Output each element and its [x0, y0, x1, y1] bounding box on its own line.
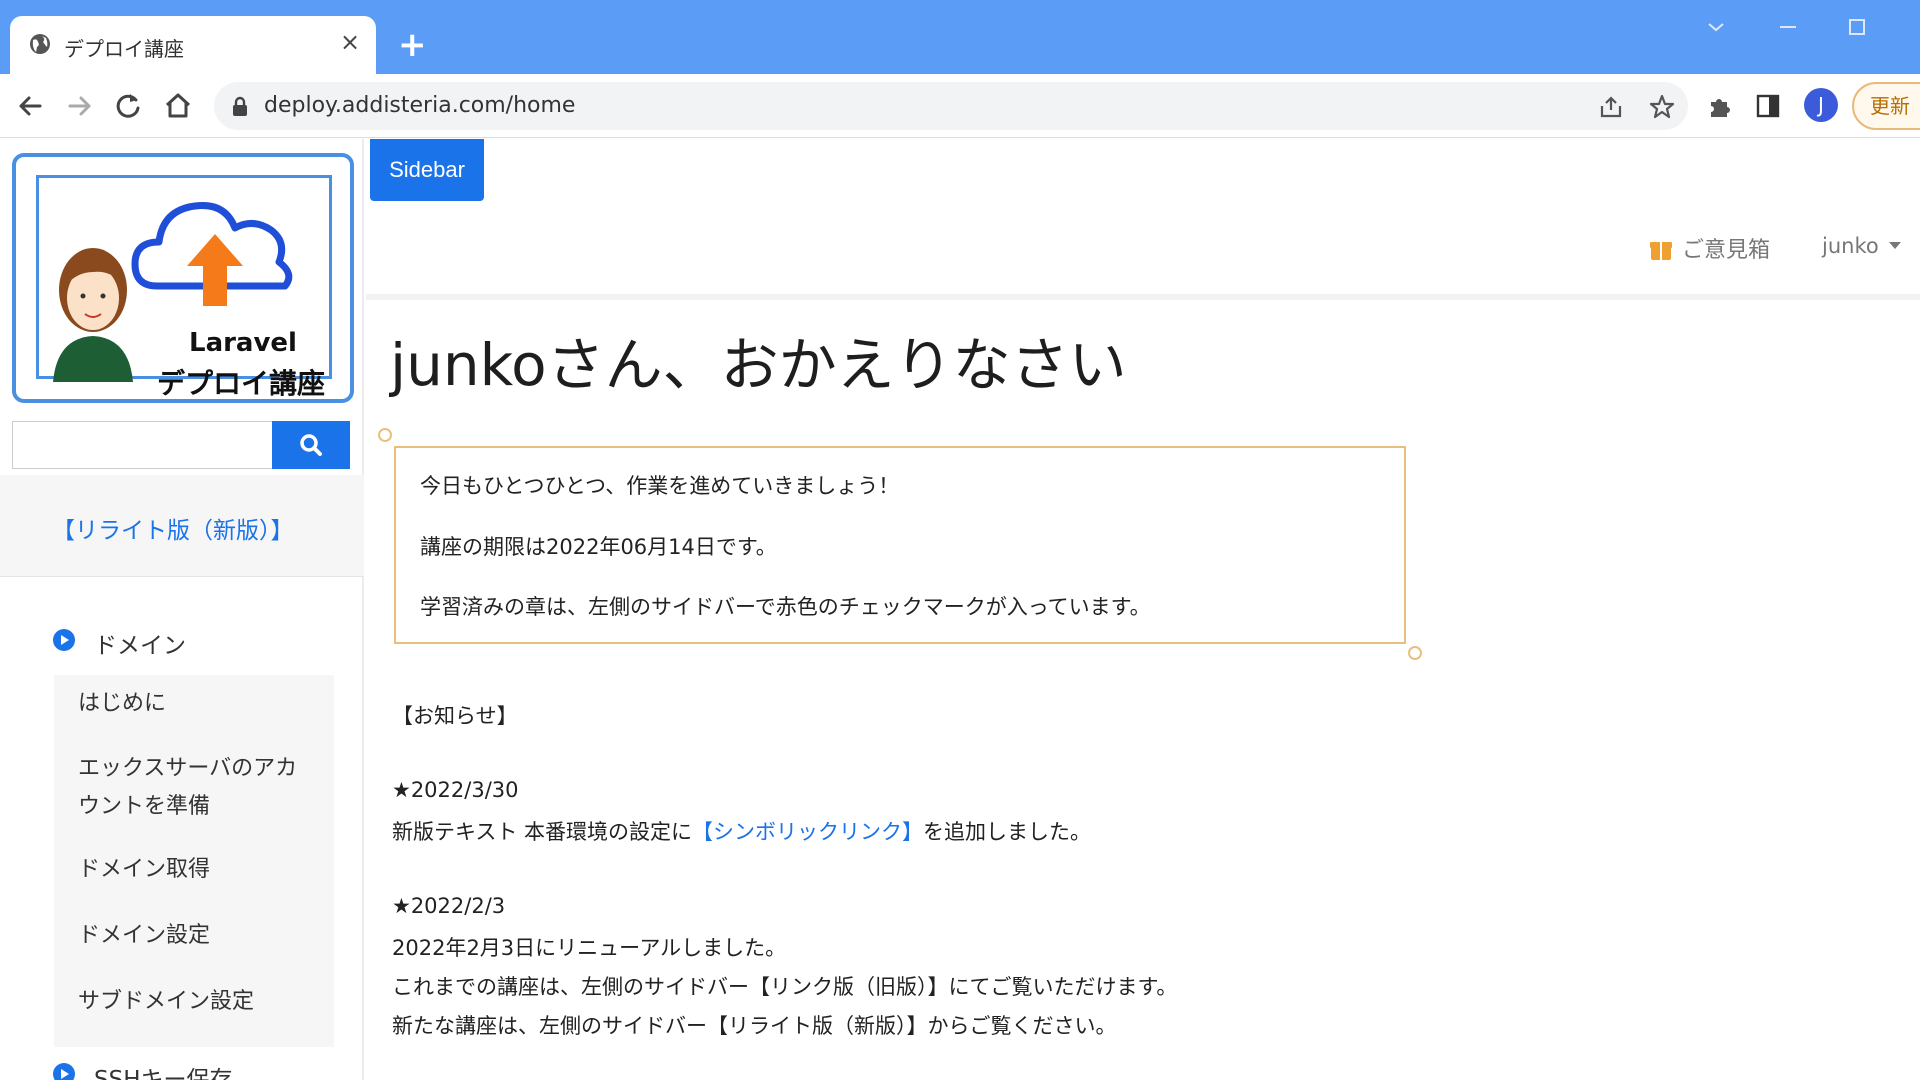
course-logo[interactable]: Laravel デプロイ講座 [12, 153, 354, 403]
sidebar-item-domain-acquisition[interactable]: ドメイン取得 [78, 851, 210, 889]
sidebar-toggle-button[interactable]: Sidebar [370, 139, 484, 201]
resize-handle-bottom-right[interactable] [1408, 646, 1422, 660]
address-bar[interactable]: deploy.addisteria.com/home [214, 82, 1688, 130]
search-input[interactable] [12, 421, 272, 469]
logo-inner-frame: Laravel デプロイ講座 [36, 175, 332, 400]
side-panel-icon[interactable] [1756, 94, 1780, 118]
news-item: 新版テキスト 本番環境の設定に【シンボリックリンク】を追加しました。 [392, 816, 1091, 846]
news-line: 新たな講座は、左側のサイドバー【リライト版（新版）】からご覧ください。 [392, 1014, 1117, 1038]
tab-title: デプロイ講座 [64, 37, 184, 61]
browser-tab-active[interactable]: デプロイ講座 × [10, 16, 376, 74]
sidebar-item-domain-settings[interactable]: ドメイン設定 [78, 917, 210, 955]
search-icon [300, 434, 322, 456]
update-button[interactable]: 更新 [1852, 82, 1920, 130]
globe-icon [30, 34, 50, 54]
maximize-icon[interactable] [1848, 18, 1866, 36]
user-dropdown[interactable]: junko [1822, 234, 1901, 258]
back-arrow-icon[interactable] [10, 86, 50, 126]
play-circle-icon [53, 1063, 75, 1080]
sidebar-item-subdomain-settings[interactable]: サブドメイン設定 [78, 983, 254, 1021]
resize-handle-top-left[interactable] [378, 428, 392, 442]
extensions-puzzle-icon[interactable] [1706, 92, 1734, 120]
reload-icon[interactable] [108, 86, 148, 126]
sidebar-section-label: SSHキー保存 [94, 1067, 233, 1080]
sidebar-item-xserver-account-cont[interactable]: ウントを準備 [78, 788, 210, 826]
username: junko [1822, 234, 1879, 258]
tab-search-chevron-icon[interactable] [1706, 20, 1726, 34]
rewrite-version-panel: 【リライト版（新版）】 [0, 475, 364, 577]
profile-avatar[interactable]: J [1804, 88, 1838, 122]
message-line: 今日もひとつひとつ、作業を進めていきましょう！ [420, 474, 900, 498]
bookmark-star-icon[interactable] [1648, 93, 1676, 121]
share-icon[interactable] [1598, 94, 1624, 120]
browser-tab-strip: デプロイ講座 × + [0, 0, 1920, 74]
news-line: 2022年2月3日にリニューアルしました。 [392, 936, 787, 960]
logo-text-course: デプロイ講座 [157, 367, 326, 400]
sidebar-section-label: ドメイン [94, 633, 186, 659]
new-tab-button[interactable]: + [398, 28, 427, 62]
lock-icon[interactable] [230, 96, 250, 118]
news-date: ★2022/2/3 [392, 894, 506, 918]
sidebar-item-introduction[interactable]: はじめに [78, 685, 166, 723]
message-line: 学習済みの章は、左側のサイドバーで赤色のチェックマークが入っています。 [420, 595, 1151, 619]
sidebar-submenu-domain: はじめに エックスサーバのアカ ウントを準備 ドメイン取得 ドメイン設定 サブド… [54, 675, 334, 1047]
browser-toolbar: deploy.addisteria.com/home J 更新 [0, 74, 1920, 138]
feedback-link[interactable]: ご意見箱 [1650, 232, 1770, 264]
sidebar-item-xserver-account[interactable]: エックスサーバのアカ [78, 750, 297, 788]
page-title: junkoさん、おかえりなさい [390, 331, 1127, 399]
news-line: これまでの講座は、左側のサイドバー【リンク版（旧版）】にてご覧いただけます。 [392, 975, 1178, 999]
news-text: を追加しました。 [923, 820, 1092, 844]
news-date: ★2022/3/30 [392, 778, 519, 802]
caret-down-icon [1888, 242, 1901, 249]
welcome-message-box: 今日もひとつひとつ、作業を進めていきましょう！ 講座の期限は2022年06月14… [394, 446, 1406, 644]
search-button[interactable] [272, 421, 350, 469]
header-divider [366, 294, 1920, 300]
symbolic-link-link[interactable]: 【シンボリックリンク】 [692, 820, 923, 844]
logo-text-laravel: Laravel [189, 328, 297, 358]
minimize-icon[interactable] [1778, 22, 1798, 32]
tab-close-icon[interactable]: × [340, 30, 360, 54]
home-icon[interactable] [158, 86, 198, 126]
message-line: 講座の期限は2022年06月14日です。 [420, 535, 777, 559]
rewrite-version-link[interactable]: 【リライト版（新版）】 [52, 511, 294, 545]
forward-arrow-icon[interactable] [60, 86, 100, 126]
news-heading: 【お知らせ】 [392, 704, 518, 728]
url-text[interactable]: deploy.addisteria.com/home [264, 93, 575, 118]
news-text: 新版テキスト 本番環境の設定に [392, 820, 693, 844]
feedback-label: ご意見箱 [1682, 238, 1771, 263]
gift-box-icon [1650, 242, 1672, 260]
play-circle-icon [53, 629, 75, 651]
